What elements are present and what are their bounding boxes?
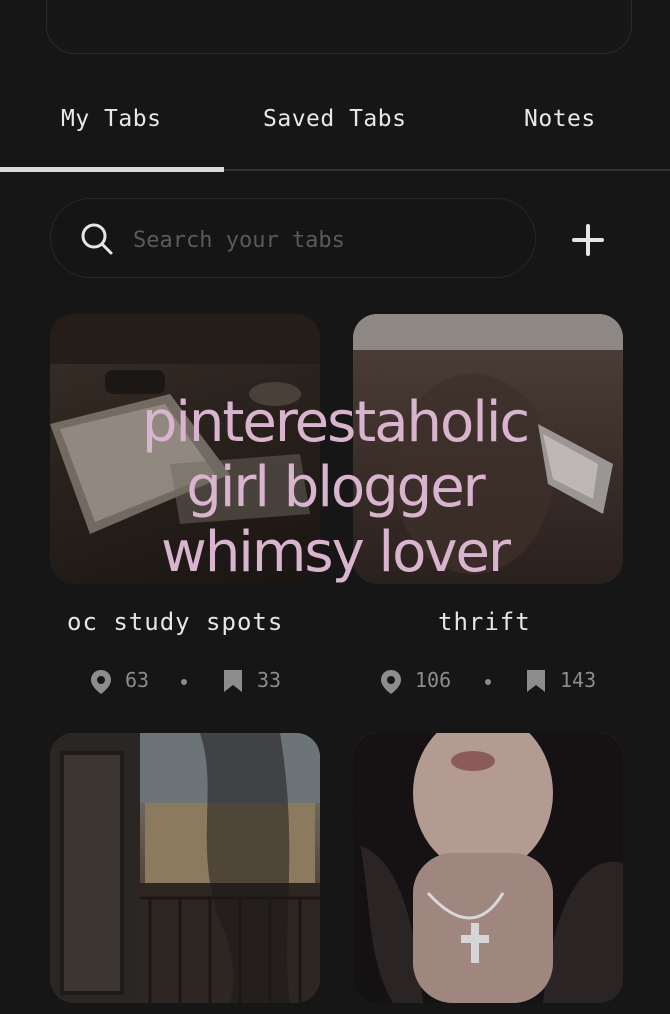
separator-dot [485, 679, 491, 685]
tab-card-image-portrait[interactable] [353, 733, 623, 1003]
window-view-image [50, 733, 320, 1003]
portrait-image [353, 733, 623, 1003]
tab-bar: My Tabs Saved Tabs Notes [0, 90, 670, 172]
save-count: 143 [560, 668, 597, 692]
location-pin-icon [381, 670, 401, 694]
tab-card-image-window[interactable] [50, 733, 320, 1003]
top-search-bar-edge [46, 0, 632, 54]
search-input[interactable] [131, 221, 515, 259]
save-count: 33 [257, 668, 282, 692]
overlay-text-line-2: girl blogger [186, 455, 485, 520]
card-title-thrift[interactable]: thrift [438, 608, 531, 636]
tab-notes[interactable]: Notes [524, 106, 596, 132]
pin-count: 106 [415, 668, 452, 692]
pin-count: 63 [125, 668, 150, 692]
plus-icon[interactable] [564, 218, 612, 262]
location-pin-icon [91, 670, 111, 694]
overlay-text-line-1: pinterestaholic [141, 390, 530, 455]
tab-active-indicator [0, 167, 224, 172]
bookmark-icon [224, 670, 242, 692]
tab-my-tabs[interactable]: My Tabs [61, 106, 161, 132]
bookmark-icon [527, 670, 545, 692]
card-title-oc-study-spots[interactable]: oc study spots [67, 608, 283, 636]
tab-saved-tabs[interactable]: Saved Tabs [263, 106, 406, 132]
search-bar[interactable] [50, 198, 536, 278]
search-icon [81, 223, 113, 255]
separator-dot [181, 679, 187, 685]
overlay-text-line-3: whimsy lover [161, 520, 511, 585]
